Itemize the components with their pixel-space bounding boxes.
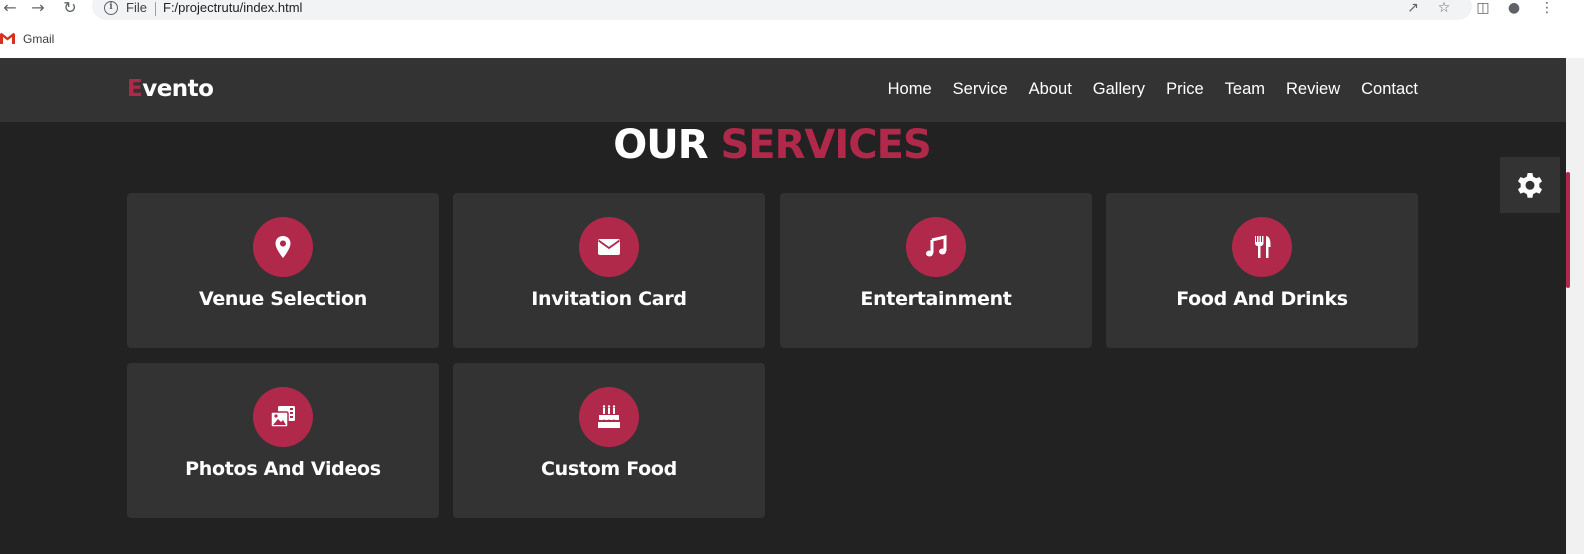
nav-service[interactable]: Service: [953, 80, 1008, 99]
service-card-invitation[interactable]: Invitation Card: [453, 193, 765, 348]
nav-home[interactable]: Home: [888, 80, 932, 99]
service-card-custom-food[interactable]: Custom Food: [453, 363, 765, 518]
gmail-icon[interactable]: [0, 32, 15, 44]
utensils-icon: [1232, 217, 1292, 277]
envelope-icon: [579, 217, 639, 277]
nav-price[interactable]: Price: [1166, 80, 1204, 99]
share-icon[interactable]: ↗: [1404, 0, 1422, 18]
info-icon[interactable]: i: [104, 1, 118, 15]
file-label: File: [126, 0, 147, 15]
service-card-photos-videos[interactable]: Photos And Videos: [127, 363, 439, 518]
forward-icon[interactable]: →: [28, 0, 48, 18]
url-text[interactable]: F:/projectrutu/index.html: [163, 0, 302, 15]
scrollbar-thumb[interactable]: [1566, 172, 1570, 288]
service-card-venue[interactable]: Venue Selection: [127, 193, 439, 348]
nav-gallery[interactable]: Gallery: [1093, 80, 1145, 99]
main-nav: Home Service About Gallery Price Team Re…: [867, 80, 1418, 99]
nav-review[interactable]: Review: [1286, 80, 1340, 99]
service-card-food-drinks[interactable]: Food And Drinks: [1106, 193, 1418, 348]
star-icon[interactable]: ☆: [1435, 0, 1453, 18]
service-title: Entertainment: [860, 288, 1012, 310]
service-title: Photos And Videos: [185, 458, 381, 480]
scrollbar-track[interactable]: [1566, 58, 1584, 554]
side-panel-icon[interactable]: ◫: [1474, 0, 1492, 18]
photo-video-icon: [253, 387, 313, 447]
birthday-cake-icon: [579, 387, 639, 447]
menu-icon[interactable]: ⋮: [1538, 0, 1556, 18]
logo[interactable]: Evento: [127, 76, 214, 102]
gear-icon: [1518, 173, 1542, 198]
page: Evento Home Service About Gallery Price …: [0, 58, 1566, 554]
settings-toggle[interactable]: [1500, 157, 1560, 213]
music-icon: [906, 217, 966, 277]
bookmark-gmail[interactable]: Gmail: [23, 32, 54, 46]
site-header: Evento Home Service About Gallery Price …: [0, 58, 1566, 122]
profile-icon[interactable]: ●: [1505, 0, 1523, 18]
service-title: Food And Drinks: [1176, 288, 1348, 310]
nav-contact[interactable]: Contact: [1361, 80, 1418, 99]
section-title: OUR SERVICES: [613, 122, 932, 168]
service-title: Invitation Card: [531, 288, 687, 310]
reload-icon[interactable]: ↻: [60, 0, 80, 18]
address-separator: [155, 2, 156, 16]
nav-team[interactable]: Team: [1225, 80, 1265, 99]
map-marker-icon: [253, 217, 313, 277]
service-title: Venue Selection: [198, 288, 367, 310]
nav-about[interactable]: About: [1029, 80, 1072, 99]
browser-chrome: ← → ↻ i File F:/projectrutu/index.html ↗…: [0, 0, 1584, 58]
back-icon[interactable]: ←: [0, 0, 20, 18]
service-title: Custom Food: [541, 458, 677, 480]
service-card-entertainment[interactable]: Entertainment: [780, 193, 1092, 348]
